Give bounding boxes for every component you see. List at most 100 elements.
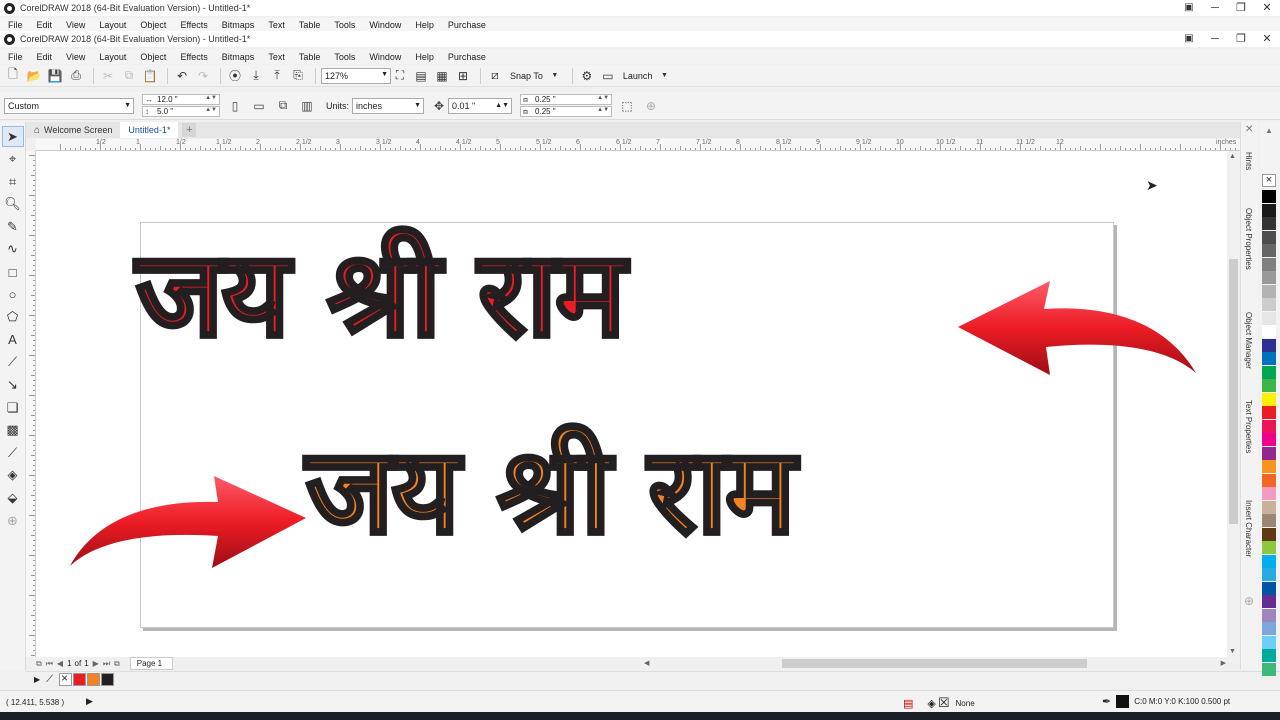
minimize-icon[interactable]: ─ xyxy=(1202,31,1228,47)
interactive-fill-icon[interactable]: ◈ xyxy=(2,465,24,486)
open-folder-icon[interactable]: 📂 xyxy=(25,67,43,85)
transparency-tool-icon[interactable]: ▩ xyxy=(2,420,24,441)
palette-swatch[interactable] xyxy=(1262,622,1276,635)
no-color-swatch[interactable]: × xyxy=(1262,174,1276,187)
menu-help[interactable]: Help xyxy=(415,20,434,30)
connector-tool-icon[interactable]: ↘ xyxy=(2,375,24,396)
page-border-icon[interactable]: ⬚ xyxy=(618,97,636,115)
eyedropper-icon[interactable]: ⟋ xyxy=(2,442,24,463)
play-icon[interactable]: ▶ xyxy=(34,675,40,684)
menu-tools[interactable]: Tools xyxy=(334,52,355,62)
black-swatch[interactable] xyxy=(101,673,115,686)
right-arrow-shape[interactable] xyxy=(68,474,308,570)
print-icon[interactable]: ⎙ xyxy=(67,67,85,85)
last-page-icon[interactable]: ⏭ xyxy=(103,659,110,669)
spinner-icon[interactable]: ▲▼ xyxy=(205,107,217,113)
publish-pdf-icon[interactable]: ⎘ xyxy=(289,67,307,85)
crop-tool-icon[interactable]: ⌗ xyxy=(2,171,24,192)
full-screen-icon[interactable]: ⛶ xyxy=(391,67,409,85)
drop-shadow-icon[interactable]: ❏ xyxy=(2,397,24,418)
palette-swatch[interactable] xyxy=(1262,230,1276,244)
vertical-scroll-thumb[interactable] xyxy=(1229,259,1238,524)
play-icon[interactable]: ▶ xyxy=(86,696,93,707)
add-icon[interactable]: ⊕ xyxy=(642,97,660,115)
palette-swatch[interactable] xyxy=(1262,392,1276,406)
freehand-tool-icon[interactable]: ✎ xyxy=(2,216,24,237)
close-docker-icon[interactable]: ✕ xyxy=(1245,124,1253,135)
menu-help[interactable]: Help xyxy=(415,52,434,62)
duplicate-x-field[interactable]: ⧈ 0.25 " ▲▼ xyxy=(520,93,613,105)
palette-swatch[interactable] xyxy=(1262,338,1276,352)
zoom-level-select[interactable]: 127% ▼ xyxy=(321,67,391,84)
close-icon[interactable]: ✕ xyxy=(1254,31,1280,47)
palette-swatch[interactable] xyxy=(1262,217,1276,230)
menu-effects[interactable]: Effects xyxy=(180,20,207,30)
spinner-icon[interactable]: ▲▼ xyxy=(205,95,217,101)
palette-scroll-up-icon[interactable]: ▲ xyxy=(1265,126,1273,135)
portrait-icon[interactable]: ▯ xyxy=(226,97,244,115)
page-size-select[interactable]: Custom ▼ xyxy=(4,97,134,114)
search-content-icon[interactable]: ⦿ xyxy=(226,67,244,85)
spinner-icon[interactable]: ▲▼ xyxy=(597,107,609,113)
chevron-down-icon[interactable]: ▼ xyxy=(546,67,564,85)
palette-swatch[interactable] xyxy=(1262,527,1276,541)
menu-view[interactable]: View xyxy=(66,20,85,30)
palette-swatch[interactable] xyxy=(1262,311,1276,325)
snap-icon[interactable]: ⧄ xyxy=(486,67,504,85)
palette-swatch[interactable] xyxy=(1262,406,1276,419)
menu-bitmaps[interactable]: Bitmaps xyxy=(222,20,255,30)
menu-purchase[interactable]: Purchase xyxy=(448,20,486,30)
restore-icon[interactable]: ❐ xyxy=(1228,0,1254,16)
palette-swatch[interactable] xyxy=(1262,581,1276,595)
menu-edit[interactable]: Edit xyxy=(37,20,53,30)
eyedropper-icon[interactable]: ⟋ xyxy=(46,674,53,685)
gear-icon[interactable]: ⚙ xyxy=(578,67,596,85)
palette-swatch[interactable] xyxy=(1262,460,1276,473)
new-document-icon[interactable]: 🗋 xyxy=(4,67,22,85)
next-page-icon[interactable]: ▶ xyxy=(93,659,99,668)
menu-effects[interactable]: Effects xyxy=(180,52,207,62)
tab-untitled-1[interactable]: Untitled-1* xyxy=(120,122,179,138)
parallel-dimension-icon[interactable]: ⟋ xyxy=(2,352,24,373)
new-tab-icon[interactable]: + xyxy=(182,123,197,137)
palette-swatch[interactable] xyxy=(1262,662,1276,676)
docker-object-properties-tab[interactable]: Object Properties xyxy=(1244,208,1253,270)
palette-swatch[interactable] xyxy=(1262,595,1276,608)
orange-swatch[interactable] xyxy=(87,673,101,686)
menu-tools[interactable]: Tools xyxy=(334,20,355,30)
no-color-swatch[interactable] xyxy=(59,671,73,686)
chevron-down-icon[interactable]: ▼ xyxy=(655,67,673,85)
scroll-down-icon[interactable]: ▼ xyxy=(1229,648,1236,655)
menu-file[interactable]: File xyxy=(8,52,23,62)
palette-swatch[interactable] xyxy=(1262,473,1276,487)
show-guidelines-icon[interactable]: ⊞ xyxy=(454,67,472,85)
palette-swatch[interactable] xyxy=(1262,568,1276,581)
palette-swatch[interactable] xyxy=(1262,244,1276,257)
horizontal-scrollbar[interactable]: ◀ ▶ xyxy=(642,657,1228,670)
menu-window[interactable]: Window xyxy=(369,52,401,62)
palette-swatch[interactable] xyxy=(1262,352,1276,365)
paste-icon[interactable]: 📋 xyxy=(141,67,159,85)
menu-bitmaps[interactable]: Bitmaps xyxy=(222,52,255,62)
menu-table[interactable]: Table xyxy=(299,52,321,62)
palette-swatch[interactable] xyxy=(1262,257,1276,271)
palette-swatch[interactable] xyxy=(1262,298,1276,311)
docker-text-properties-tab[interactable]: Text Properties xyxy=(1244,400,1253,453)
smart-fill-icon[interactable]: ⬙ xyxy=(2,488,24,509)
document-icon[interactable]: ▣ xyxy=(1176,0,1202,16)
palette-swatch[interactable] xyxy=(1262,284,1276,298)
pick-tool-icon[interactable]: ➤ xyxy=(1,126,24,147)
minimize-icon[interactable]: ─ xyxy=(1202,0,1228,16)
palette-swatch[interactable] xyxy=(1262,500,1276,514)
launch-icon[interactable]: ▭ xyxy=(599,67,617,85)
palette-swatch[interactable] xyxy=(1262,635,1276,649)
save-icon[interactable]: 💾 xyxy=(46,67,64,85)
menu-layout[interactable]: Layout xyxy=(99,20,126,30)
tab-welcome-screen[interactable]: ⌂ Welcome Screen xyxy=(26,122,120,138)
polygon-tool-icon[interactable]: ⬠ xyxy=(2,307,24,328)
zoom-tool-icon[interactable]: 🔍︎ xyxy=(2,194,24,215)
scroll-right-icon[interactable]: ▶ xyxy=(1221,659,1226,667)
text-tool-icon[interactable]: A xyxy=(2,329,24,350)
menu-object[interactable]: Object xyxy=(140,52,166,62)
palette-swatch[interactable] xyxy=(1262,433,1276,446)
